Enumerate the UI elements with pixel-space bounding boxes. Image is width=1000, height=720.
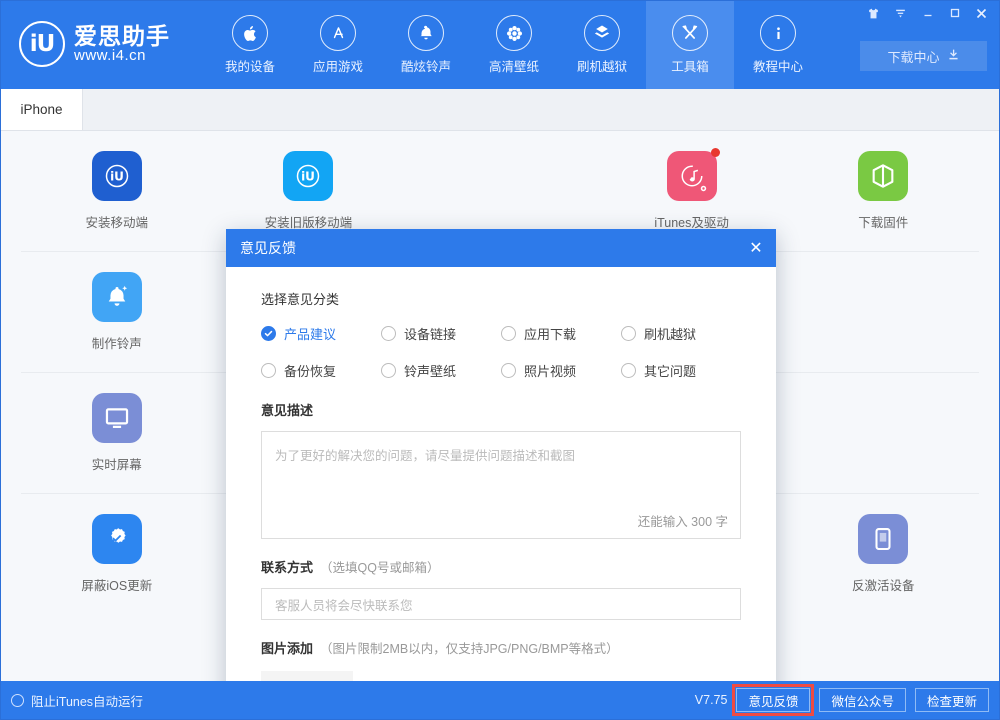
window-controls: [860, 1, 995, 25]
apple-icon: [232, 15, 268, 51]
radio-label: 产品建议: [284, 327, 337, 342]
nav-item-toolbox[interactable]: 工具箱: [646, 1, 734, 89]
appstore-icon: [320, 15, 356, 51]
nav-label: 工具箱: [671, 60, 709, 74]
dialog-title: 意见反馈: [240, 240, 296, 256]
logo-mark-icon: iU: [19, 21, 65, 67]
image-hint: （图片限制2MB以内，仅支持JPG/PNG/BMP等格式）: [320, 642, 619, 656]
category-section-label: 选择意见分类: [261, 292, 340, 307]
feedback-dialog: 意见反馈 ✕ 选择意见分类 产品建议 设备链接 应用下载 刷机越狱 备份恢复 铃…: [226, 229, 776, 681]
contact-placeholder: 客服人员将会尽快联系您: [275, 598, 413, 613]
nav-item-tutorials[interactable]: 教程中心: [734, 1, 822, 89]
tools-icon: [672, 15, 708, 51]
nav-item-my-device[interactable]: 我的设备: [206, 1, 294, 89]
radio-indicator: [621, 326, 636, 341]
toolbox-content: iU 安装移动端 iU 安装旧版移动端 iTunes及驱动 下载固件 制作铃声 …: [1, 131, 999, 681]
radio-indicator: [501, 363, 516, 378]
logo-title: 爱思助手: [74, 23, 170, 50]
download-icon: [947, 48, 960, 64]
download-center-label: 下载中心: [887, 49, 940, 65]
tab-iphone[interactable]: iPhone: [1, 89, 83, 130]
contact-hint: （选填QQ号或邮箱）: [320, 561, 440, 575]
itunes-autorun-label: 阻止iTunes自动运行: [31, 694, 144, 709]
logo-text: 爱思助手 www.i4.cn: [74, 24, 170, 64]
logo-url: www.i4.cn: [74, 47, 147, 65]
tab-label: iPhone: [20, 102, 63, 117]
nav-label: 高清壁纸: [488, 60, 539, 74]
info-icon: [760, 15, 796, 51]
nav-item-ringtones[interactable]: 酷炫铃声: [382, 1, 470, 89]
radio-product-suggestion[interactable]: 产品建议: [261, 324, 381, 343]
contact-section-label: 联系方式 （选填QQ号或邮箱）: [261, 557, 741, 576]
radio-label: 备份恢复: [284, 364, 337, 379]
image-label-text: 图片添加: [261, 641, 314, 656]
app-logo: iU 爱思助手 www.i4.cn: [19, 21, 170, 67]
tab-strip: iPhone: [1, 89, 999, 131]
main-nav: 我的设备 应用游戏 酷炫铃声 高清壁纸 刷机越狱 工具箱 教程中心: [206, 1, 822, 89]
maximize-icon[interactable]: [941, 2, 968, 24]
radio-label: 刷机越狱: [644, 327, 697, 342]
radio-app-download[interactable]: 应用下载: [501, 324, 621, 343]
radio-label: 其它问题: [644, 364, 697, 379]
app-header: iU 爱思助手 www.i4.cn 我的设备 应用游戏 酷炫铃声 高清壁纸 刷机…: [1, 1, 999, 89]
description-field-wrapper[interactable]: 为了更好的解决您的问题，请尽量提供问题描述和截图 还能输入 300 字: [261, 431, 741, 539]
radio-label: 应用下载: [524, 327, 577, 342]
status-actions: V7.75 意见反馈 微信公众号 检查更新: [694, 684, 989, 716]
menu-icon[interactable]: [887, 2, 914, 24]
radio-indicator: [381, 363, 396, 378]
image-upload-button[interactable]: +: [261, 671, 353, 681]
radio-indicator: [261, 363, 276, 378]
app-window: iU 爱思助手 www.i4.cn 我的设备 应用游戏 酷炫铃声 高清壁纸 刷机…: [0, 0, 1000, 720]
nav-item-apps-games[interactable]: 应用游戏: [294, 1, 382, 89]
nav-label: 酷炫铃声: [400, 60, 451, 74]
category-radio-group: 产品建议 设备链接 应用下载 刷机越狱 备份恢复 铃声壁纸 照片视频 其它问题: [261, 324, 741, 380]
bell-icon: [408, 15, 444, 51]
contact-input[interactable]: 客服人员将会尽快联系您: [261, 588, 741, 620]
image-section-label: 图片添加 （图片限制2MB以内，仅支持JPG/PNG/BMP等格式）: [261, 638, 741, 657]
feedback-button[interactable]: 意见反馈: [732, 684, 815, 716]
radio-photo-video[interactable]: 照片视频: [501, 361, 621, 380]
radio-label: 照片视频: [524, 364, 577, 379]
radio-flash-jailbreak[interactable]: 刷机越狱: [621, 324, 741, 343]
close-icon[interactable]: ✕: [736, 229, 776, 267]
checkbox-icon: [11, 693, 24, 707]
nav-label: 我的设备: [224, 60, 275, 74]
status-bar: 阻止iTunes自动运行 V7.75 意见反馈 微信公众号 检查更新: [1, 681, 999, 719]
radio-ringtone-wallpaper[interactable]: 铃声壁纸: [381, 361, 501, 380]
check-update-button[interactable]: 检查更新: [914, 688, 989, 712]
itunes-autorun-toggle[interactable]: 阻止iTunes自动运行: [11, 691, 143, 710]
contact-label-text: 联系方式: [261, 560, 314, 575]
download-center-button[interactable]: 下载中心: [860, 41, 987, 71]
box-icon: [584, 15, 620, 51]
version-label: V7.75: [694, 693, 728, 707]
dialog-body: 选择意见分类 产品建议 设备链接 应用下载 刷机越狱 备份恢复 铃声壁纸 照片视…: [226, 267, 776, 681]
radio-label: 铃声壁纸: [404, 364, 457, 379]
radio-indicator: [621, 363, 636, 378]
radio-indicator: [501, 326, 516, 341]
radio-indicator: [381, 326, 396, 341]
nav-label: 应用游戏: [312, 60, 363, 74]
nav-item-wallpapers[interactable]: 高清壁纸: [470, 1, 558, 89]
radio-indicator: [261, 326, 276, 341]
radio-other-issues[interactable]: 其它问题: [621, 361, 741, 380]
modal-overlay: 意见反馈 ✕ 选择意见分类 产品建议 设备链接 应用下载 刷机越狱 备份恢复 铃…: [1, 131, 999, 681]
skin-icon[interactable]: [860, 2, 887, 24]
minimize-icon[interactable]: [914, 2, 941, 24]
description-char-counter: 还能输入 300 字: [637, 515, 728, 529]
radio-label: 设备链接: [404, 327, 457, 342]
dialog-title-bar: 意见反馈 ✕: [226, 229, 776, 267]
nav-item-flash-jailbreak[interactable]: 刷机越狱: [558, 1, 646, 89]
wechat-button[interactable]: 微信公众号: [819, 688, 906, 712]
radio-device-connection[interactable]: 设备链接: [381, 324, 501, 343]
description-placeholder: 为了更好的解决您的问题，请尽量提供问题描述和截图: [275, 449, 576, 463]
nav-label: 刷机越狱: [576, 60, 627, 74]
radio-backup-restore[interactable]: 备份恢复: [261, 361, 381, 380]
flower-icon: [496, 15, 532, 51]
close-icon[interactable]: [968, 2, 995, 24]
description-section-label: 意见描述: [261, 403, 314, 418]
nav-label: 教程中心: [752, 60, 803, 74]
